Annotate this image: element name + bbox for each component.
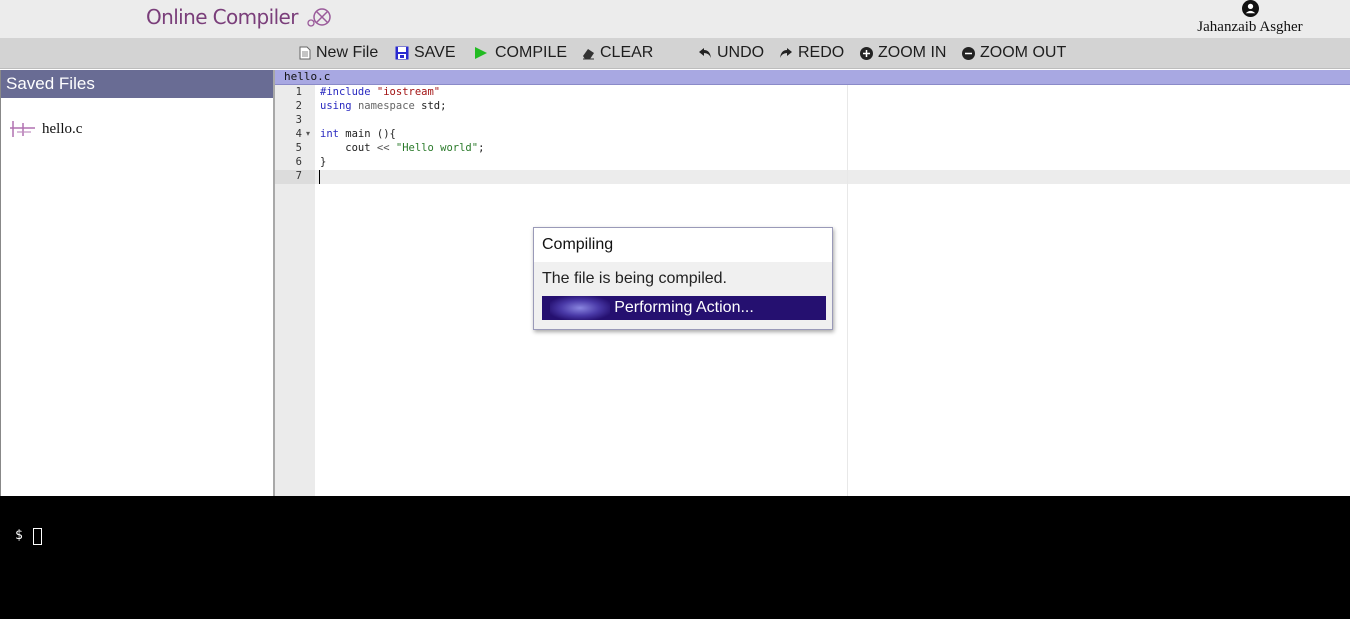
plus-circle-icon [860,46,873,60]
dialog-message: The file is being compiled. [542,270,727,287]
user-name: Jahanzaib Asgher [1197,19,1303,35]
line-number: 2 [295,100,302,112]
terminal-prompt: $ [15,528,23,543]
line-number: 7 [295,170,302,182]
save-button[interactable]: SAVE [395,38,456,68]
file-icon [299,46,311,60]
zoom-out-label: ZOOM OUT [980,44,1067,61]
c-file-icon [10,121,35,137]
dialog-title: Compiling [542,236,614,253]
saved-files-title: Saved Files [1,70,273,98]
zoom-in-label: ZOOM IN [878,44,947,61]
undo-button[interactable]: UNDO [698,38,764,68]
app-header: Online Compiler Jahanzaib Asgher [0,0,1350,38]
compile-label: COMPILE [495,44,568,61]
new-file-button[interactable]: New File [299,38,378,68]
new-file-label: New File [316,44,379,61]
print-margin [847,85,848,496]
progress-label: Performing Action... [614,299,754,316]
terminal-console[interactable]: $ [0,496,1350,619]
app-logo-text[interactable]: Online Compiler [146,5,298,29]
logo-icon [307,8,331,27]
terminal-cursor [33,528,42,545]
saved-file-name: hello.c [42,120,83,137]
eraser-icon [583,48,594,59]
user-icon [1242,0,1259,17]
active-line-highlight [315,170,1350,184]
text-cursor [319,170,320,184]
compiling-dialog: Compiling The file is being compiled. Pe… [533,227,833,330]
redo-icon [780,48,792,58]
line-number: 4 [295,128,302,140]
line-number: 1 [295,86,302,98]
compile-button[interactable]: COMPILE [474,38,567,68]
line-number: 3 [295,114,302,126]
zoom-out-button[interactable]: ZOOM OUT [962,38,1066,68]
minus-circle-icon [962,46,975,60]
fold-arrow-icon[interactable]: ▾ [306,127,310,141]
code-line: cout << "Hello world"; [320,142,485,154]
save-label: SAVE [414,44,456,61]
user-menu[interactable]: Jahanzaib Asgher [1180,0,1320,38]
saved-files-panel: Saved Files hello.c [0,70,273,496]
code-line: #include "iostream" [320,86,441,98]
editor-tab-bar: hello.c [275,70,1350,85]
zoom-in-button[interactable]: ZOOM IN [860,38,946,68]
undo-icon [699,48,711,58]
code-line: using namespace std; [320,100,447,112]
tab-hello-c[interactable]: hello.c [284,70,330,84]
code-line: } [320,156,327,168]
redo-label: REDO [798,44,845,61]
floppy-disk-icon [395,46,409,60]
redo-button[interactable]: REDO [779,38,844,68]
dialog-body: The file is being compiled. Performing A… [534,262,832,329]
saved-file-item[interactable]: hello.c [9,118,82,140]
code-line: int main (){ [320,128,396,140]
line-number: 5 [295,142,302,154]
line-number: 6 [295,156,302,168]
clear-button[interactable]: CLEAR [582,38,653,68]
clear-label: CLEAR [600,44,654,61]
undo-label: UNDO [717,44,765,61]
progress-bar: Performing Action... [542,296,826,320]
toolbar: New File SAVE COMPILE CLEAR UNDO REDO ZO… [0,38,1350,69]
play-icon [475,47,487,59]
